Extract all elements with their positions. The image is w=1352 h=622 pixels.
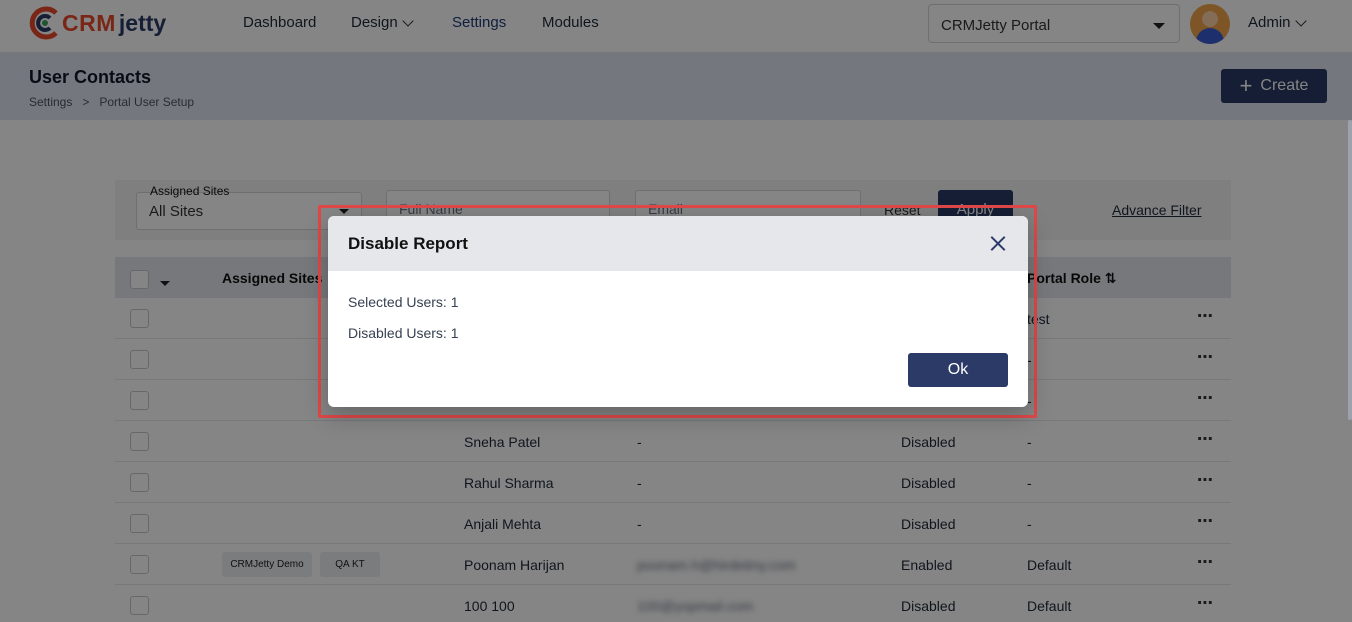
- dialog-header: Disable Report: [328, 216, 1028, 271]
- disabled-users-text: Disabled Users: 1: [348, 325, 459, 341]
- disable-report-dialog: Disable Report Selected Users: 1 Disable…: [328, 216, 1028, 407]
- close-icon[interactable]: [988, 234, 1008, 254]
- dialog-title: Disable Report: [348, 234, 468, 253]
- ok-button[interactable]: Ok: [908, 353, 1008, 387]
- page-scrollbar[interactable]: [1348, 120, 1352, 420]
- selected-users-text: Selected Users: 1: [348, 294, 459, 310]
